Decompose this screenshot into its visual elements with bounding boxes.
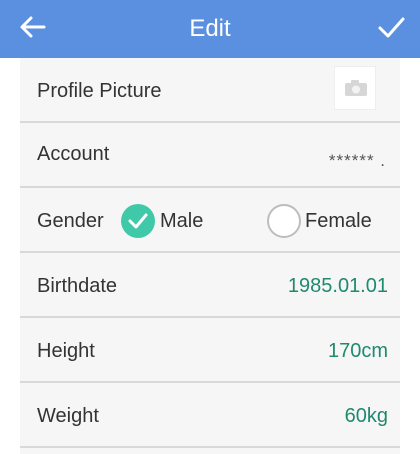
male-radio[interactable]: [121, 204, 155, 238]
height-label: Height: [37, 340, 95, 362]
edit-form: Profile Picture Account ****** . Gender …: [0, 58, 420, 454]
check-icon: [128, 213, 148, 229]
camera-icon: [345, 80, 367, 96]
weight-value: 60kg: [344, 405, 388, 427]
row-profile-picture[interactable]: Profile Picture: [20, 58, 400, 123]
row-weight[interactable]: Weight 60kg: [20, 383, 400, 448]
female-radio[interactable]: [267, 204, 301, 238]
male-option-label[interactable]: Male: [160, 208, 203, 234]
checkmark-icon[interactable]: [376, 12, 406, 42]
page-title: Edit: [189, 15, 231, 42]
female-option-label[interactable]: Female: [305, 208, 372, 234]
row-height[interactable]: Height 170cm: [20, 318, 400, 383]
profile-picture-label: Profile Picture: [37, 80, 162, 102]
account-value: ****** .: [328, 151, 386, 170]
row-account[interactable]: Account ****** .: [20, 123, 400, 188]
profile-picture-thumbnail[interactable]: [334, 66, 376, 110]
row-birthdate[interactable]: Birthdate 1985.01.01: [20, 253, 400, 318]
account-label: Account: [37, 143, 110, 165]
weight-label: Weight: [37, 405, 99, 427]
row-gender: Gender Male Female: [20, 188, 400, 253]
birthdate-label: Birthdate: [37, 275, 118, 297]
birthdate-value: 1985.01.01: [287, 275, 388, 297]
gender-label: Gender: [37, 210, 104, 232]
top-app-bar: Edit: [0, 0, 420, 58]
height-value: 170cm: [327, 340, 388, 362]
